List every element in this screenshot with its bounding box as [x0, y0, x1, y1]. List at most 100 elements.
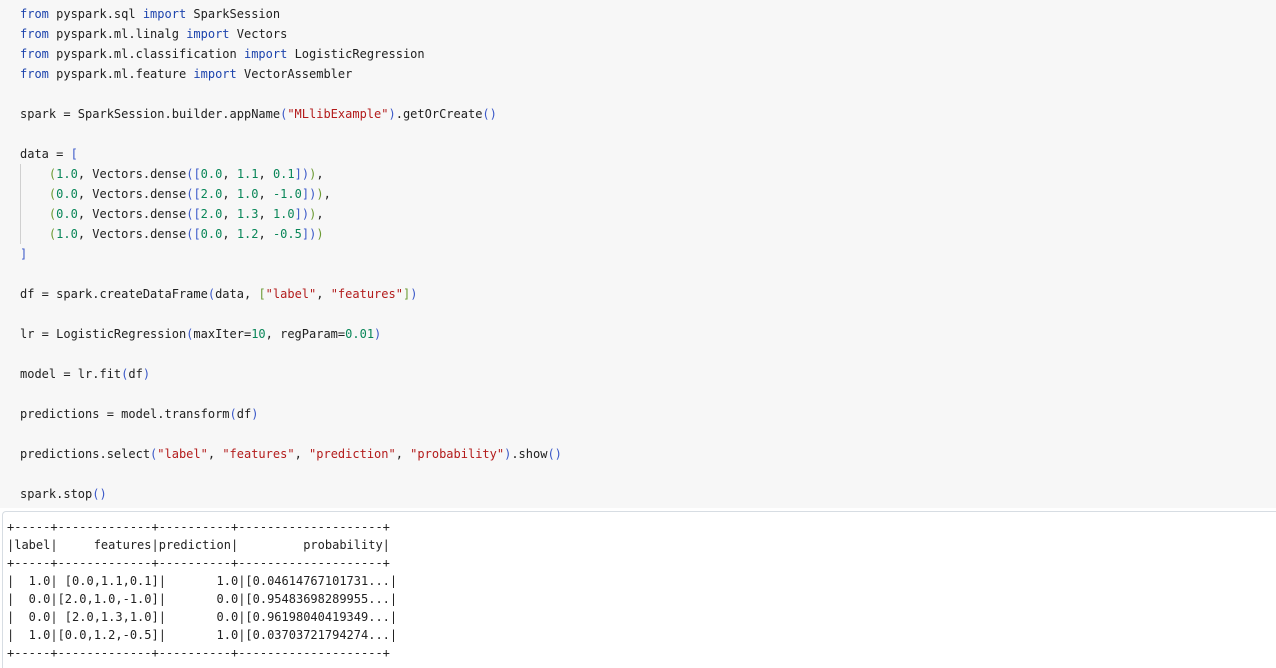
- code-token: ]: [20, 247, 28, 261]
- code-token: ): [388, 107, 396, 121]
- code-keyword: from: [20, 7, 49, 21]
- code-number: 0.0: [200, 167, 223, 181]
- code-line: spark = SparkSession.builder.appName("ML…: [0, 104, 1276, 124]
- code-keyword: import: [186, 27, 230, 41]
- code-number: 1.0: [272, 207, 295, 221]
- code-token: VectorAssembler: [236, 67, 353, 81]
- code-token: ,: [258, 207, 273, 221]
- code-keyword: import: [243, 47, 288, 61]
- code-token: spark = SparkSession.builder.appName: [20, 107, 281, 121]
- code-token: ,: [316, 167, 324, 181]
- code-number: 0.0: [200, 227, 223, 241]
- code-token: predictions = model.transform: [20, 407, 230, 421]
- code-line: spark.stop(): [0, 484, 1276, 504]
- code-line: lr = LogisticRegression(maxIter=10, regP…: [0, 324, 1276, 344]
- code-number: 1.0: [56, 167, 78, 181]
- code-token: pyspark.ml.classification: [48, 47, 244, 61]
- output-line: | 0.0| [2.0,1.3,1.0]| 0.0|[0.96198040419…: [7, 610, 398, 624]
- code-token: df: [236, 407, 252, 421]
- code-token: ]: [294, 167, 302, 181]
- code-token: , Vectors.dense: [77, 207, 187, 221]
- code-token: ): [142, 367, 151, 381]
- code-token: ): [316, 227, 324, 241]
- code-token: ,: [222, 187, 237, 201]
- code-token: ,: [222, 207, 237, 221]
- code-token: (: [229, 407, 237, 421]
- code-token: df: [128, 367, 143, 381]
- code-number: 2.0: [200, 187, 223, 201]
- code-line: from pyspark.ml.linalg import Vectors: [0, 24, 1276, 44]
- code-string: "probability": [410, 447, 505, 461]
- code-line: from pyspark.ml.feature import VectorAss…: [0, 64, 1276, 84]
- output-line: | 0.0|[2.0,1.0,-1.0]| 0.0|[0.95483698289…: [7, 592, 398, 606]
- code-token: model = lr.fit: [20, 367, 122, 381]
- code-line: (1.0, Vectors.dense([0.0, 1.2, -0.5])): [0, 224, 1276, 244]
- code-number: 1.0: [56, 227, 78, 241]
- code-token: ): [410, 287, 418, 301]
- code-line: from pyspark.ml.classification import Lo…: [0, 44, 1276, 64]
- code-number: 0.0: [56, 187, 78, 201]
- code-line: predictions.select("label", "features", …: [0, 444, 1276, 464]
- code-number: 10: [251, 327, 266, 341]
- code-editor[interactable]: from pyspark.sql import SparkSession from…: [0, 4, 1276, 504]
- code-string: "features": [222, 447, 295, 461]
- output-line: | 1.0| [0.0,1.1,0.1]| 1.0|[0.04614767101…: [7, 574, 398, 588]
- code-token: ,: [222, 167, 237, 181]
- code-token: .getOrCreate: [395, 107, 483, 121]
- code-token: ,: [258, 187, 273, 201]
- code-token: ): [316, 187, 324, 201]
- code-keyword: import: [193, 67, 237, 81]
- code-token: , Vectors.dense: [77, 187, 187, 201]
- code-token: df = spark.createDataFrame: [20, 287, 208, 301]
- code-token: ]: [301, 187, 310, 201]
- code-number: -1.0: [272, 187, 302, 201]
- code-number: 1.3: [236, 207, 259, 221]
- code-line: data = [: [0, 144, 1276, 164]
- code-line: predictions = model.transform(df): [0, 404, 1276, 424]
- output-line: +-----+-------------+----------+--------…: [7, 556, 390, 570]
- code-token: [: [193, 187, 201, 201]
- code-token: (): [482, 107, 497, 121]
- code-token: ): [374, 327, 382, 341]
- code-string: "MLlibExample": [287, 107, 389, 121]
- code-keyword: from: [20, 27, 49, 41]
- code-token: ,: [258, 227, 273, 241]
- output-line: |label| features|prediction| probability…: [7, 538, 390, 552]
- code-token: , Vectors.dense: [77, 227, 187, 241]
- code-number: 2.0: [200, 207, 223, 221]
- code-cell[interactable]: from pyspark.sql import SparkSession from…: [0, 0, 1276, 508]
- code-token: (): [547, 447, 562, 461]
- code-string: "features": [330, 287, 403, 301]
- code-token: ,: [294, 447, 310, 461]
- code-token: maxIter=: [193, 327, 252, 341]
- code-number: 0.1: [272, 167, 295, 181]
- code-token: ]: [294, 207, 302, 221]
- code-token: data,: [215, 287, 259, 301]
- code-token: lr = LogisticRegression: [20, 327, 187, 341]
- code-token: pyspark.ml.linalg: [48, 27, 187, 41]
- code-number: 1.1: [236, 167, 259, 181]
- code-token: pyspark.sql: [48, 7, 143, 21]
- code-keyword: import: [142, 7, 187, 21]
- code-token: pyspark.ml.feature: [48, 67, 194, 81]
- code-keyword: from: [20, 47, 49, 61]
- code-line: model = lr.fit(df): [0, 364, 1276, 384]
- code-token: ]: [301, 227, 310, 241]
- code-token: (: [207, 287, 216, 301]
- code-token: ,: [207, 447, 223, 461]
- code-token: [: [193, 167, 201, 181]
- code-token: ,: [323, 187, 331, 201]
- code-token: [: [258, 287, 266, 301]
- code-token: .show: [511, 447, 548, 461]
- code-number: 0.01: [345, 327, 375, 341]
- code-token: ,: [316, 207, 324, 221]
